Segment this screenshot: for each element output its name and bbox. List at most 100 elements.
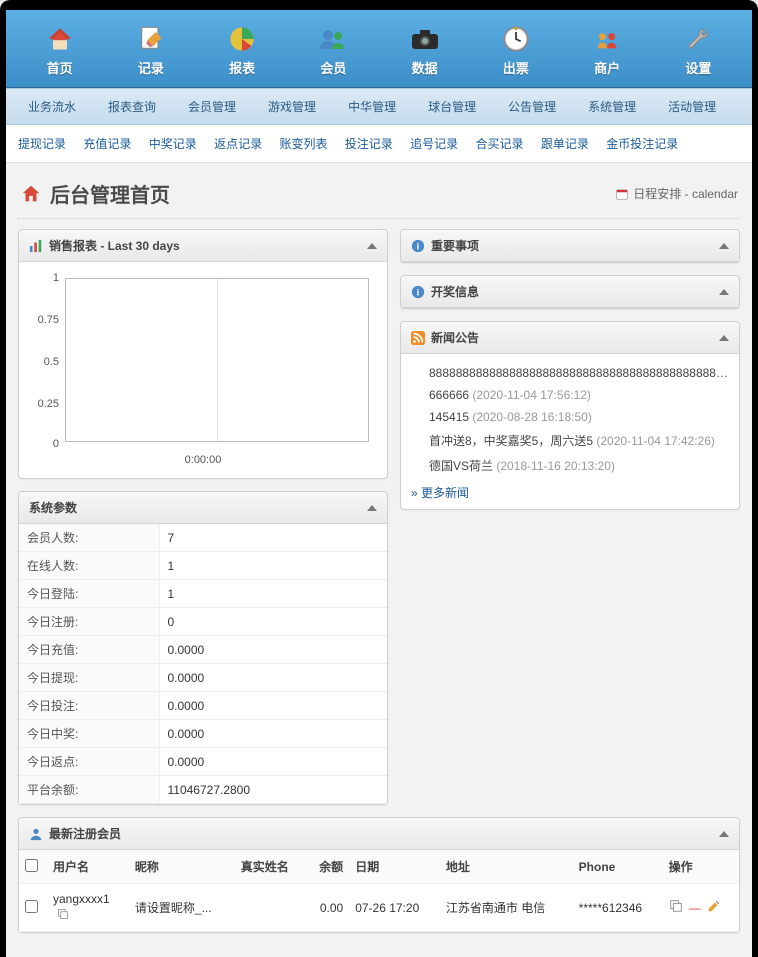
sublink[interactable]: 中奖记录 — [149, 137, 197, 151]
reg-table: 用户名 昵称 真实姓名 余额 日期 地址 Phone 操作 yangxxxx1请… — [19, 850, 739, 932]
param-key: 今日投注: — [19, 692, 159, 720]
param-row: 今日登陆:1 — [19, 580, 387, 608]
nav-label: 设置 — [659, 58, 738, 77]
nav-label: 数据 — [385, 58, 464, 77]
panel-title-text: 开奖信息 — [431, 283, 479, 300]
secnav-item[interactable]: 业务流水 — [12, 89, 92, 124]
param-key: 平台余额: — [19, 776, 159, 804]
secnav-item[interactable]: 公告管理 — [492, 89, 572, 124]
cell-addr: 江苏省南通市 电信 — [440, 884, 573, 932]
row-checkbox[interactable] — [25, 900, 38, 913]
cell-real — [235, 884, 307, 932]
param-key: 今日中奖: — [19, 720, 159, 748]
th-balance: 余额 — [306, 850, 349, 884]
clock-icon — [502, 25, 530, 53]
th-real: 真实姓名 — [235, 850, 307, 884]
nav-settings[interactable]: 设置 — [655, 16, 742, 87]
secnav-item[interactable]: 会员管理 — [172, 89, 252, 124]
nav-data[interactable]: 数据 — [381, 16, 468, 87]
sublink[interactable]: 账变列表 — [279, 137, 327, 151]
y-tick: 1 — [29, 272, 59, 284]
news-item[interactable]: 德国VS荷兰 (2018-11-16 20:13:20) — [429, 453, 729, 478]
panel-newreg: 最新注册会员 用户名 昵称 真实姓名 余额 日期 地址 Phone 操作 yan… — [18, 817, 740, 933]
page-title: 后台管理首页 — [20, 179, 170, 208]
copy-icon[interactable] — [57, 908, 69, 920]
panel-params: 系统参数 会员人数:7在线人数:1今日登陆:1今日注册:0今日充值:0.0000… — [18, 491, 388, 805]
news-timestamp: (2020-08-28 16:18:50) — [472, 410, 591, 424]
secnav-item[interactable]: 系统管理 — [572, 89, 652, 124]
nav-label: 记录 — [111, 58, 190, 77]
secnav-item[interactable]: 活动管理 — [652, 89, 732, 124]
news-item[interactable]: 145415 (2020-08-28 16:18:50) — [429, 406, 729, 428]
collapse-button[interactable] — [719, 831, 729, 837]
news-item[interactable]: 8888888888888888888888888888888888888888… — [429, 362, 729, 384]
param-value: 0.0000 — [159, 664, 387, 692]
sublink[interactable]: 投注记录 — [345, 137, 393, 151]
param-value: 0.0000 — [159, 692, 387, 720]
calendar-link[interactable]: 日程安排 - calendar — [615, 185, 738, 202]
bar-chart-icon — [29, 239, 43, 253]
nav-reports[interactable]: 报表 — [199, 16, 286, 87]
panel-title-text: 销售报表 - Last 30 days — [49, 237, 180, 254]
more-news-link[interactable]: » 更多新闻 — [411, 484, 729, 501]
x-label: 0:00:00 — [29, 454, 377, 466]
cell-balance: 0.00 — [306, 884, 349, 932]
sublink[interactable]: 跟单记录 — [541, 137, 589, 151]
edit-icon[interactable] — [707, 899, 721, 916]
param-value: 0.0000 — [159, 720, 387, 748]
home-icon — [46, 25, 74, 53]
panel-lottery: i 开奖信息 — [400, 275, 740, 309]
news-title: 德国VS荷兰 — [429, 459, 493, 473]
collapse-button[interactable] — [719, 335, 729, 341]
th-date: 日期 — [349, 850, 440, 884]
th-user: 用户名 — [47, 850, 129, 884]
param-value: 7 — [159, 524, 387, 552]
collapse-button[interactable] — [719, 289, 729, 295]
edit-icon — [137, 25, 165, 53]
secnav-item[interactable]: 中华管理 — [332, 89, 412, 124]
pie-icon — [228, 25, 256, 53]
merchant-icon — [593, 25, 621, 53]
copy-icon[interactable] — [669, 899, 683, 916]
news-item[interactable]: 666666 (2020-11-04 17:56:12) — [429, 384, 729, 406]
param-value: 0.0000 — [159, 748, 387, 776]
collapse-button[interactable] — [367, 243, 377, 249]
y-tick: 0 — [29, 438, 59, 450]
nav-members[interactable]: 会员 — [290, 16, 377, 87]
nav-label: 商户 — [568, 58, 647, 77]
collapse-button[interactable] — [719, 243, 729, 249]
nav-merchant[interactable]: 商户 — [564, 16, 651, 87]
sublink[interactable]: 追号记录 — [410, 137, 458, 151]
news-timestamp: (2020-11-04 17:56:12) — [472, 388, 591, 402]
select-all-checkbox[interactable] — [25, 859, 38, 872]
users-icon — [318, 25, 348, 53]
panel-title-text: 系统参数 — [29, 499, 77, 516]
param-key: 今日充值: — [19, 636, 159, 664]
collapse-button[interactable] — [367, 505, 377, 511]
sublink[interactable]: 金币投注记录 — [606, 137, 678, 151]
wrench-icon — [684, 25, 712, 53]
param-row: 平台余额:11046727.2800 — [19, 776, 387, 804]
param-key: 今日返点: — [19, 748, 159, 776]
news-title: 8888888888888888888888888888888888888888… — [429, 366, 729, 380]
sublink[interactable]: 充值记录 — [83, 137, 131, 151]
sublink[interactable]: 提现记录 — [18, 137, 66, 151]
sublink[interactable]: 合买记录 — [476, 137, 524, 151]
param-row: 今日投注:0.0000 — [19, 692, 387, 720]
secnav-item[interactable]: 报表查询 — [92, 89, 172, 124]
secnav-item[interactable]: 球台管理 — [412, 89, 492, 124]
param-value: 11046727.2800 — [159, 776, 387, 804]
dash-icon[interactable]: — — [689, 901, 701, 915]
sublink[interactable]: 返点记录 — [214, 137, 262, 151]
news-title: 首冲送8，中奖嘉奖5，周六送5 — [429, 434, 593, 448]
calendar-text: 日程安排 - calendar — [633, 185, 738, 202]
sales-chart: 1 0.75 0.5 0.25 0 0:00:00 — [29, 270, 377, 470]
param-value: 1 — [159, 552, 387, 580]
param-row: 今日中奖:0.0000 — [19, 720, 387, 748]
news-item[interactable]: 首冲送8，中奖嘉奖5，周六送5 (2020-11-04 17:42:26) — [429, 428, 729, 453]
secnav-item[interactable]: 游戏管理 — [252, 89, 332, 124]
param-row: 今日提现:0.0000 — [19, 664, 387, 692]
nav-home[interactable]: 首页 — [16, 16, 103, 87]
nav-ticket[interactable]: 出票 — [472, 16, 559, 87]
nav-records[interactable]: 记录 — [107, 16, 194, 87]
